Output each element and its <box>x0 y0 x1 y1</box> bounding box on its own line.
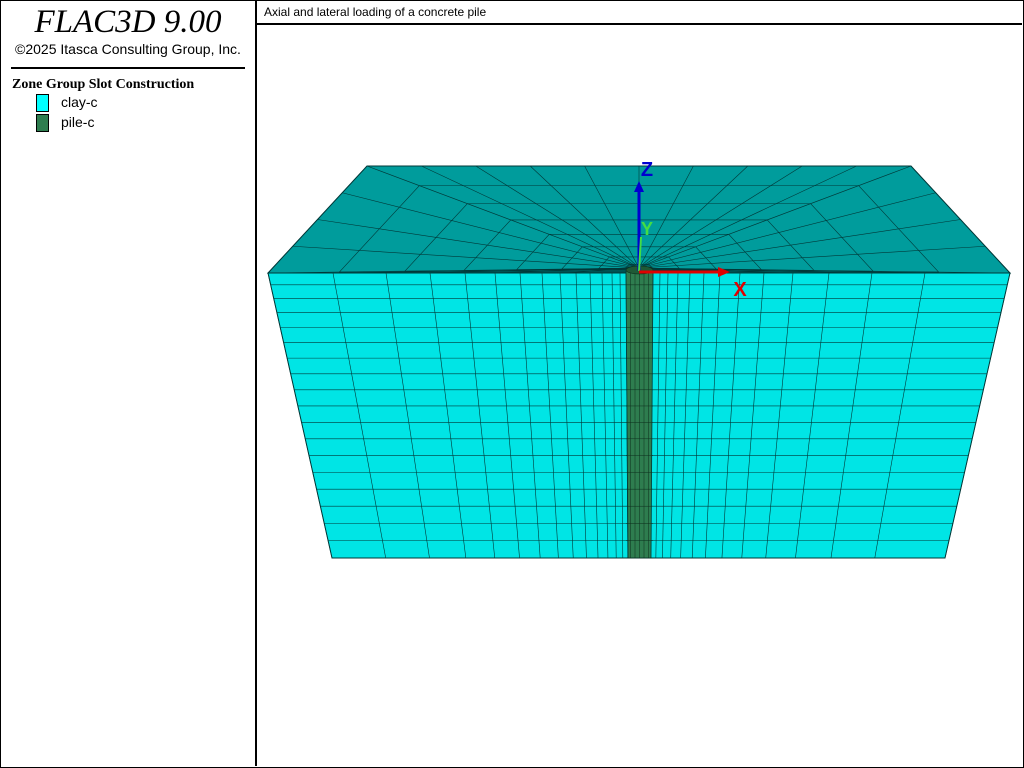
copyright-text: ©2025 Itasca Consulting Group, Inc. <box>15 41 241 57</box>
legend-divider <box>11 67 245 69</box>
app-title: FLAC3D 9.00 <box>34 4 222 40</box>
model-viewport[interactable]: Z Y X <box>257 25 1022 766</box>
z-axis-label: Z <box>641 159 653 181</box>
legend-swatch-pile-c <box>36 114 49 132</box>
legend-label-pile-c: pile-c <box>61 114 95 130</box>
flac3d-window: FLAC3D 9.00 ©2025 Itasca Consulting Grou… <box>0 0 1024 768</box>
legend-title: Zone Group Slot Construction <box>12 77 195 92</box>
model-mesh-view[interactable]: Z Y X <box>257 25 1022 766</box>
plot-title-bar: Axial and lateral loading of a concrete … <box>257 1 1022 25</box>
plot-title: Axial and lateral loading of a concrete … <box>264 5 487 19</box>
legend-panel: FLAC3D 9.00 ©2025 Itasca Consulting Grou… <box>1 1 257 766</box>
y-axis-label: Y <box>641 219 653 239</box>
legend-swatch-clay-c <box>36 94 49 112</box>
legend-label-clay-c: clay-c <box>61 94 98 110</box>
x-axis-label: X <box>733 279 747 301</box>
